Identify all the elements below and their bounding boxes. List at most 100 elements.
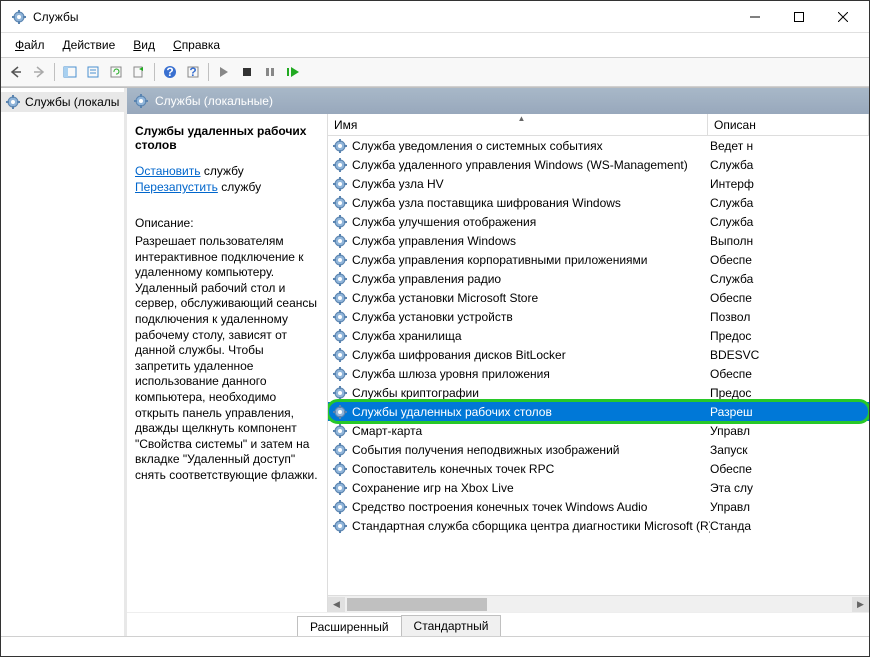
stop-link[interactable]: Остановить	[135, 164, 201, 178]
sort-indicator-icon: ▲	[518, 114, 526, 123]
scroll-left-icon[interactable]: ◀	[328, 597, 345, 612]
service-name: Средство построения конечных точек Windo…	[352, 500, 710, 514]
forward-button[interactable]	[28, 61, 50, 83]
service-row[interactable]: Стандартная служба сборщика центра диагн…	[328, 516, 869, 535]
service-row[interactable]: Служба удаленного управления Windows (WS…	[328, 155, 869, 174]
service-name: Служба установки Microsoft Store	[352, 291, 710, 305]
service-name: Службы криптографии	[352, 386, 710, 400]
service-row[interactable]: Служба шлюза уровня приложенияОбеспе	[328, 364, 869, 383]
service-row[interactable]: Служба управления корпоративными приложе…	[328, 250, 869, 269]
gear-icon	[332, 347, 348, 363]
service-row[interactable]: Служба улучшения отображенияСлужба	[328, 212, 869, 231]
scroll-thumb[interactable]	[347, 598, 487, 611]
gear-icon	[332, 404, 348, 420]
service-desc: Интерф	[710, 177, 869, 191]
service-row[interactable]: Службы удаленных рабочих столовРазреш	[328, 402, 869, 421]
service-row[interactable]: Сохранение игр на Xbox LiveЭта слу	[328, 478, 869, 497]
service-desc: Обеспе	[710, 462, 869, 476]
export-button[interactable]	[128, 61, 150, 83]
service-name: Смарт-карта	[352, 424, 710, 438]
service-row[interactable]: Службы криптографииПредос	[328, 383, 869, 402]
help-button[interactable]: ?	[159, 61, 181, 83]
gear-icon	[332, 328, 348, 344]
service-name: Служба установки устройств	[352, 310, 710, 324]
service-row[interactable]: Служба управления WindowsВыполн	[328, 231, 869, 250]
service-row[interactable]: Смарт-картаУправл	[328, 421, 869, 440]
stop-service-button[interactable]	[236, 61, 258, 83]
service-name: Служба управления Windows	[352, 234, 710, 248]
menu-view[interactable]: Вид	[125, 36, 163, 54]
column-description[interactable]: Описан	[708, 114, 869, 135]
tree-root-item[interactable]: Службы (локалы	[1, 92, 124, 112]
restart-service-button[interactable]	[282, 61, 304, 83]
start-service-button[interactable]	[213, 61, 235, 83]
gear-icon	[332, 480, 348, 496]
status-bar	[1, 636, 869, 656]
service-name: Служба уведомления о системных событиях	[352, 139, 710, 153]
restart-link[interactable]: Перезапустить	[135, 180, 218, 194]
service-row[interactable]: События получения неподвижных изображени…	[328, 440, 869, 459]
gear-icon	[332, 195, 348, 211]
main-header: Службы (локальные)	[127, 88, 869, 114]
service-row[interactable]: Служба уведомления о системных событияхВ…	[328, 136, 869, 155]
properties-button[interactable]	[82, 61, 104, 83]
tab-extended[interactable]: Расширенный	[297, 616, 402, 636]
svg-text:?: ?	[166, 65, 173, 79]
service-name: Служба хранилища	[352, 329, 710, 343]
back-button[interactable]	[5, 61, 27, 83]
gear-icon	[332, 233, 348, 249]
service-row[interactable]: Служба шифрования дисков BitLockerBDESVC	[328, 345, 869, 364]
service-desc: Управл	[710, 500, 869, 514]
gear-icon	[332, 214, 348, 230]
gear-icon	[332, 442, 348, 458]
gear-icon	[332, 290, 348, 306]
maximize-button[interactable]	[777, 2, 821, 32]
gear-icon	[332, 252, 348, 268]
service-name: Служба удаленного управления Windows (WS…	[352, 158, 710, 172]
service-desc: Служба	[710, 158, 869, 172]
service-desc: Управл	[710, 424, 869, 438]
service-desc: Позвол	[710, 310, 869, 324]
app-icon	[11, 9, 27, 25]
gear-icon	[332, 461, 348, 477]
gear-icon	[332, 385, 348, 401]
service-desc: Служба	[710, 196, 869, 210]
menu-help[interactable]: Справка	[165, 36, 228, 54]
toolbar: ? ?	[1, 57, 869, 87]
services-window: Службы Файл Действие Вид Справка ? ? Слу…	[0, 0, 870, 657]
service-row[interactable]: Служба установки Microsoft StoreОбеспе	[328, 288, 869, 307]
service-row[interactable]: Служба управления радиоСлужба	[328, 269, 869, 288]
navigation-tree[interactable]: Службы (локалы	[1, 88, 127, 636]
service-desc: Служба	[710, 215, 869, 229]
scroll-right-icon[interactable]: ▶	[852, 597, 869, 612]
horizontal-scrollbar[interactable]: ◀ ▶	[328, 595, 869, 612]
service-name: Сохранение игр на Xbox Live	[352, 481, 710, 495]
service-name: Стандартная служба сборщика центра диагн…	[352, 519, 710, 533]
services-list[interactable]: Служба уведомления о системных событияхВ…	[328, 136, 869, 595]
detail-pane: Службы удаленных рабочих столов Останови…	[127, 114, 327, 612]
refresh-button[interactable]	[105, 61, 127, 83]
service-desc: Обеспе	[710, 367, 869, 381]
service-row[interactable]: Служба узла HVИнтерф	[328, 174, 869, 193]
menu-action[interactable]: Действие	[55, 36, 124, 54]
service-row[interactable]: Служба установки устройствПозвол	[328, 307, 869, 326]
gear-icon	[332, 309, 348, 325]
help-topics-button[interactable]: ?	[182, 61, 204, 83]
service-row[interactable]: Служба хранилищаПредос	[328, 326, 869, 345]
service-desc: Обеспе	[710, 253, 869, 267]
service-row[interactable]: Сопоставитель конечных точек RPCОбеспе	[328, 459, 869, 478]
tree-root-label: Службы (локалы	[25, 95, 119, 109]
minimize-button[interactable]	[733, 2, 777, 32]
service-name: Служба шлюза уровня приложения	[352, 367, 710, 381]
service-name: Служба улучшения отображения	[352, 215, 710, 229]
close-button[interactable]	[821, 2, 865, 32]
tab-standard[interactable]: Стандартный	[401, 615, 502, 636]
titlebar: Службы	[1, 1, 869, 33]
service-row[interactable]: Служба узла поставщика шифрования Window…	[328, 193, 869, 212]
show-hide-tree-button[interactable]	[59, 61, 81, 83]
service-desc: Станда	[710, 519, 869, 533]
menu-file[interactable]: Файл	[7, 36, 53, 54]
column-name[interactable]: Имя ▲	[328, 114, 708, 135]
pause-service-button[interactable]	[259, 61, 281, 83]
service-row[interactable]: Средство построения конечных точек Windo…	[328, 497, 869, 516]
